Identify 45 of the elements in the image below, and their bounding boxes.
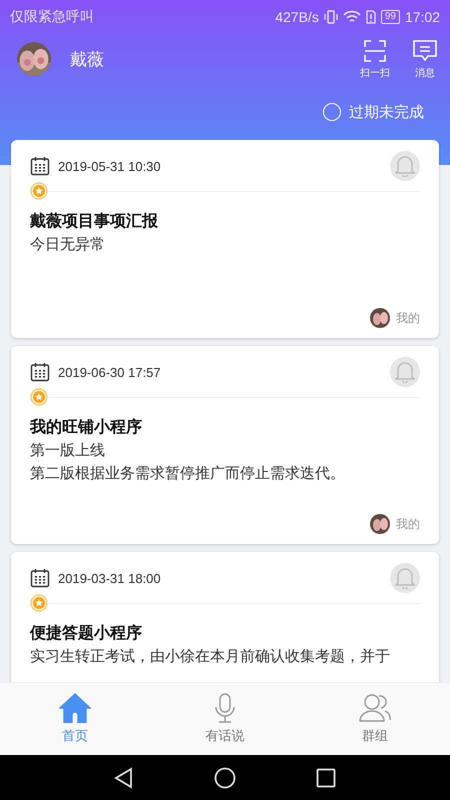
tab[interactable]: 有话说 [150, 683, 300, 755]
clock: 17:02 [404, 9, 440, 25]
network-speed: 427B/s [275, 9, 319, 25]
back-icon[interactable] [114, 766, 134, 788]
home-icon [59, 693, 91, 723]
message-button[interactable]: 消息 [412, 38, 438, 80]
calendar-icon [30, 568, 50, 588]
overdue-filter-checkbox[interactable]: 过期未完成 [323, 102, 424, 122]
task-description: 第一版上线 [30, 440, 106, 461]
home-circle-icon[interactable] [214, 766, 236, 788]
user-name: 戴薇 [70, 48, 104, 70]
bell-icon [395, 361, 415, 383]
tab[interactable]: 群组 [300, 683, 450, 755]
owner-label: 我的 [396, 516, 420, 532]
carrier-text: 仅限紧急呼叫 [10, 8, 94, 26]
task-date: 2019-05-31 10:30 [58, 158, 161, 174]
scan-icon [363, 38, 387, 62]
battery-indicator: 99 [380, 10, 400, 24]
star-badge-icon [30, 594, 48, 612]
task-date: 2019-06-30 17:57 [58, 364, 161, 380]
calendar-icon [30, 362, 50, 382]
bell-icon [395, 567, 415, 589]
vibrate-icon [324, 10, 338, 24]
group-icon [359, 693, 391, 723]
task-card[interactable]: 2019-05-31 10:30 戴薇项目事项汇报 今日无异常 我的 [11, 140, 439, 338]
task-card[interactable]: 2019-03-31 18:00 便捷答题小程序 实习生转正考试，由小徐在本月前确认收集考题，并于 [11, 552, 439, 682]
owner-label: 我的 [396, 310, 420, 326]
bell-icon [395, 155, 415, 177]
wifi-icon [342, 10, 361, 24]
task-description: 今日无异常 [30, 234, 106, 255]
message-icon [412, 38, 438, 62]
tab[interactable]: 首页 [0, 683, 150, 755]
task-title: 我的旺铺小程序 [30, 416, 143, 438]
task-description: 实习生转正考试，由小徐在本月前确认收集考题，并于 [30, 646, 391, 667]
task-title: 便捷答题小程序 [30, 622, 143, 644]
task-card[interactable]: 2019-06-30 17:57 我的旺铺小程序 第一版上线 第二版根据业务需求暂停推广而停止需求迭代。 我的 [11, 346, 439, 544]
calendar-icon [30, 156, 50, 176]
star-badge-icon [30, 388, 48, 406]
sim-alert-icon [366, 10, 376, 24]
star-badge-icon [30, 182, 48, 200]
scan-button[interactable]: 扫一扫 [360, 38, 390, 80]
task-title: 戴薇项目事项汇报 [30, 210, 159, 232]
recents-icon[interactable] [316, 768, 336, 788]
task-description: 第二版根据业务需求暂停推广而停止需求迭代。 [30, 463, 346, 484]
task-date: 2019-03-31 18:00 [58, 570, 161, 586]
